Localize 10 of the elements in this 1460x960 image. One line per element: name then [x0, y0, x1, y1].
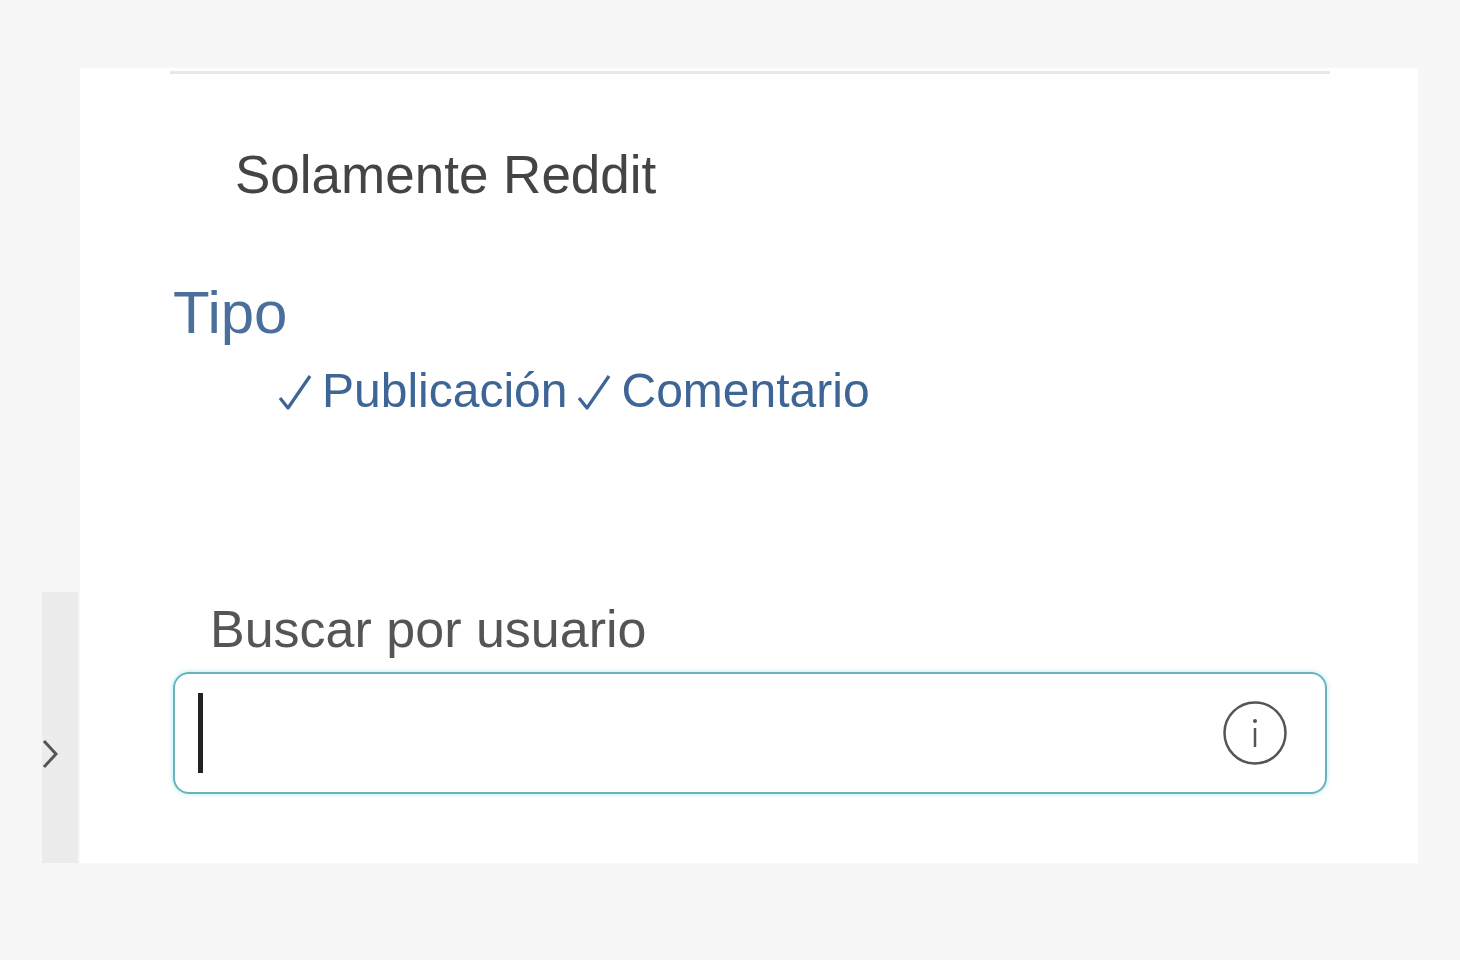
type-option[interactable]: Publicación: [278, 367, 568, 415]
section-title: Tipo: [173, 283, 288, 343]
filter-option[interactable]: Solamente Reddit: [235, 147, 657, 203]
check-icon: [577, 374, 612, 410]
check-icon: [278, 374, 312, 410]
field-label: Buscar por usuario: [210, 602, 647, 656]
chevron-icon: [42, 739, 58, 769]
info-icon[interactable]: [1223, 701, 1287, 765]
type-option[interactable]: Comentario: [577, 367, 870, 415]
input-field[interactable]: [173, 672, 1327, 794]
